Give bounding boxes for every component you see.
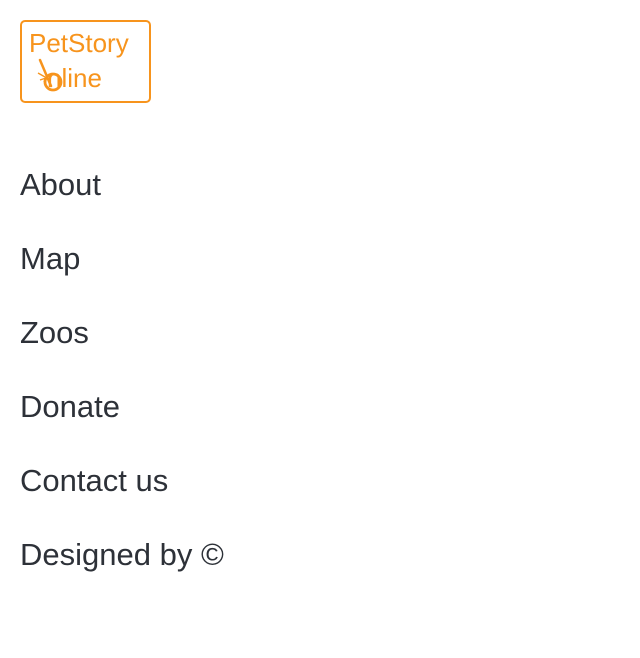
designed-by-credit: Designed by ©: [20, 537, 224, 572]
menu-page: PetStory nline About Map Zoos Donate Con…: [0, 0, 640, 658]
nav-item-about[interactable]: About: [20, 148, 620, 222]
nav-item-donate[interactable]: Donate: [20, 370, 620, 444]
petstory-online-logo[interactable]: PetStory nline: [20, 20, 151, 103]
nav-item-contact-us[interactable]: Contact us: [20, 444, 620, 518]
nav-item-zoos[interactable]: Zoos: [20, 296, 620, 370]
logo-title-line: PetStory: [29, 28, 129, 58]
nav-item-map[interactable]: Map: [20, 222, 620, 296]
main-navigation: About Map Zoos Donate Contact us Designe…: [20, 148, 620, 592]
logo-subtitle-line: nline: [47, 63, 102, 93]
